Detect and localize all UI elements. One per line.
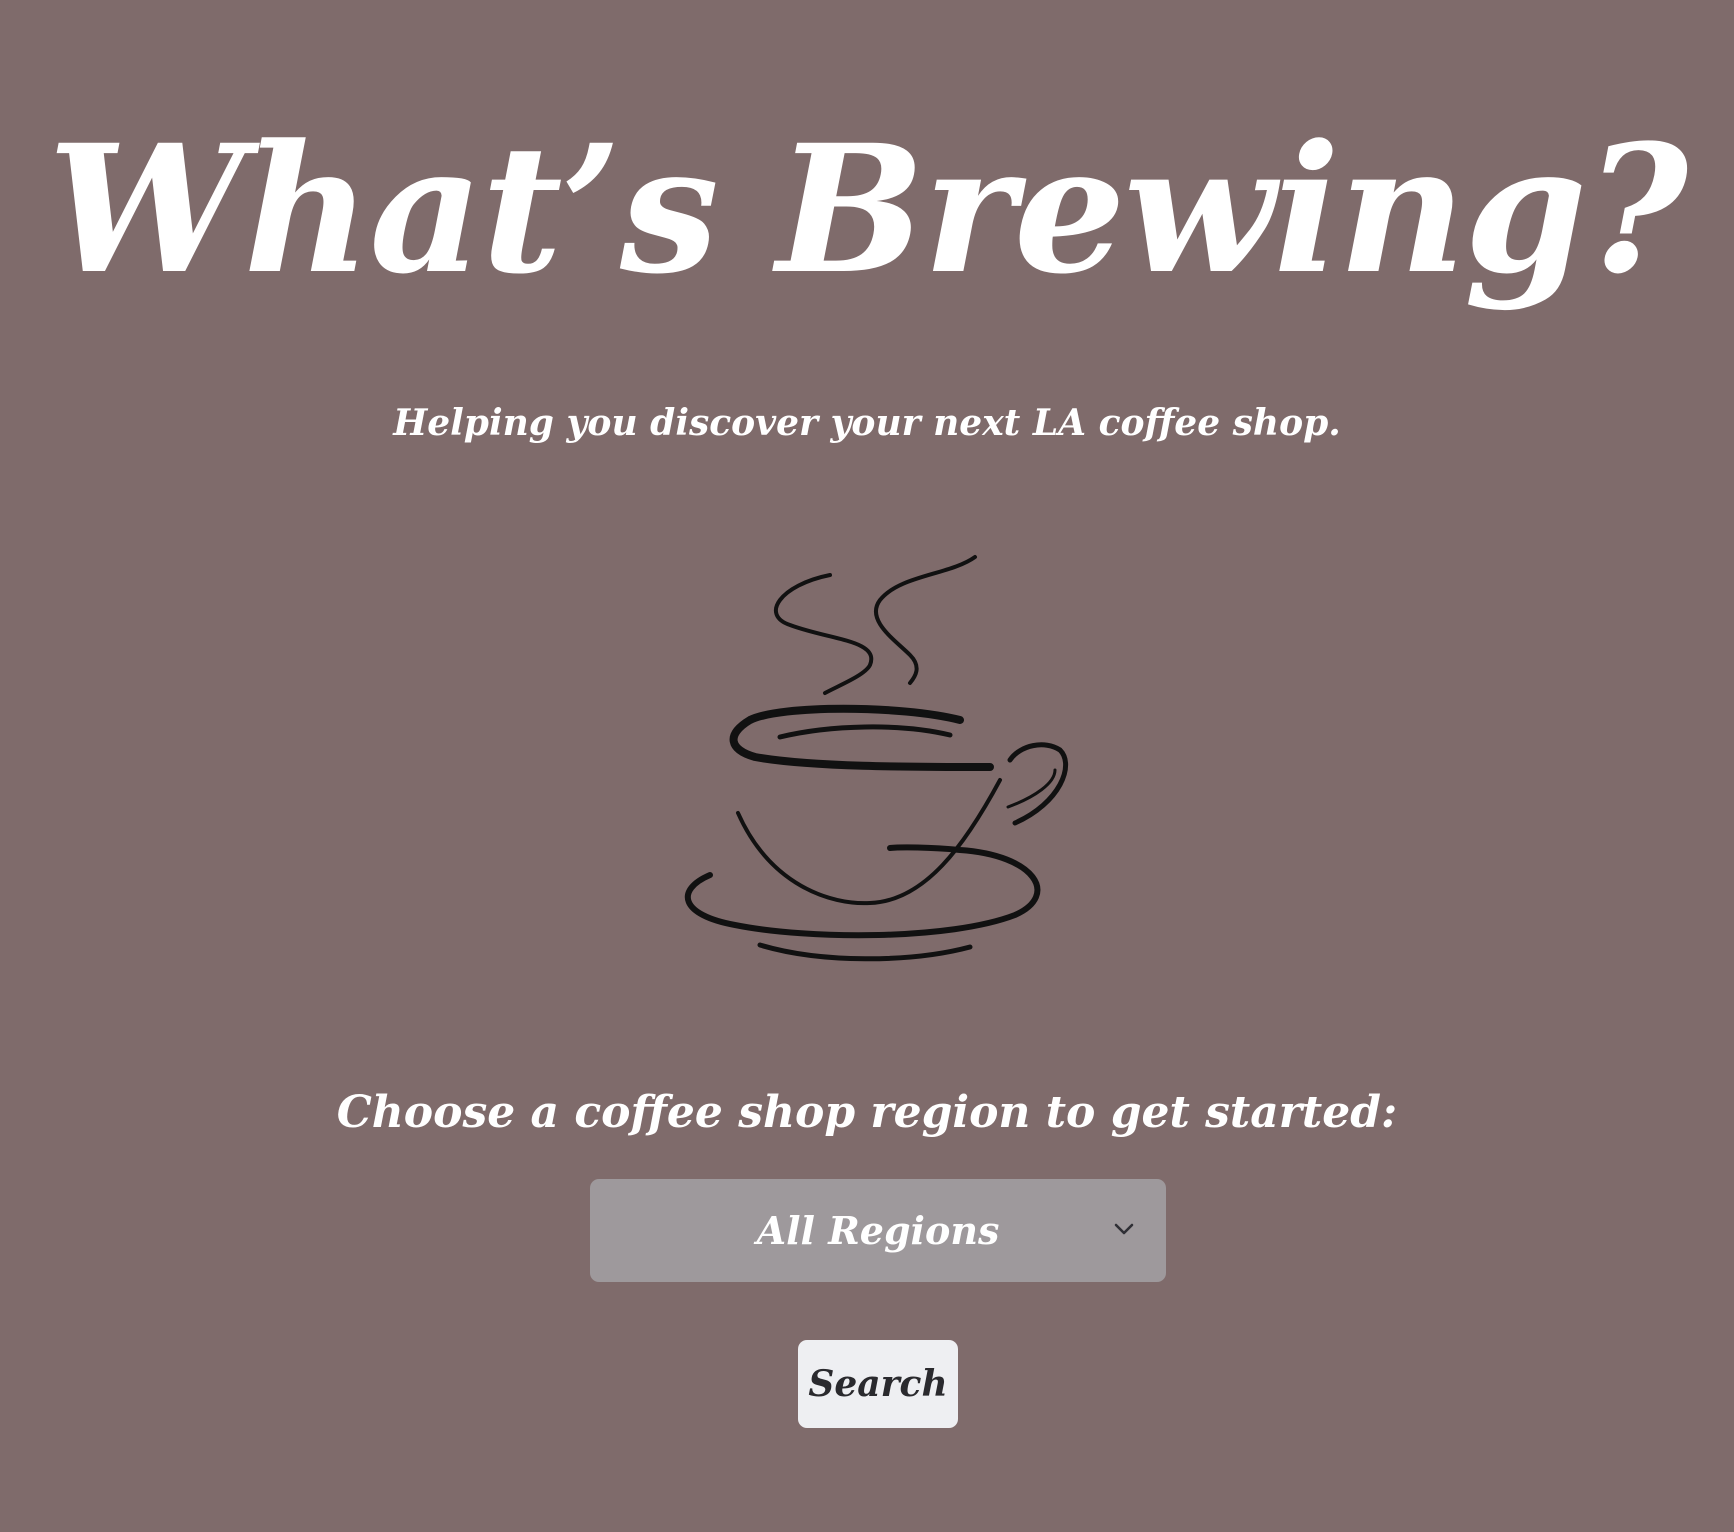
chevron-down-icon <box>1114 1223 1134 1235</box>
page-tagline: Helping you discover your next LA coffee… <box>393 402 1341 444</box>
landing-page: What’s Brewing? Helping you discover you… <box>0 0 1734 1532</box>
region-prompt: Choose a coffee shop region to get start… <box>336 1087 1398 1138</box>
page-title: What’s Brewing? <box>47 106 1689 313</box>
region-select-value: All Regions <box>756 1207 1000 1253</box>
region-select[interactable]: All Regions <box>590 1179 1166 1282</box>
coffee-cup-icon <box>685 555 1069 962</box>
search-button[interactable]: Search <box>798 1340 958 1428</box>
